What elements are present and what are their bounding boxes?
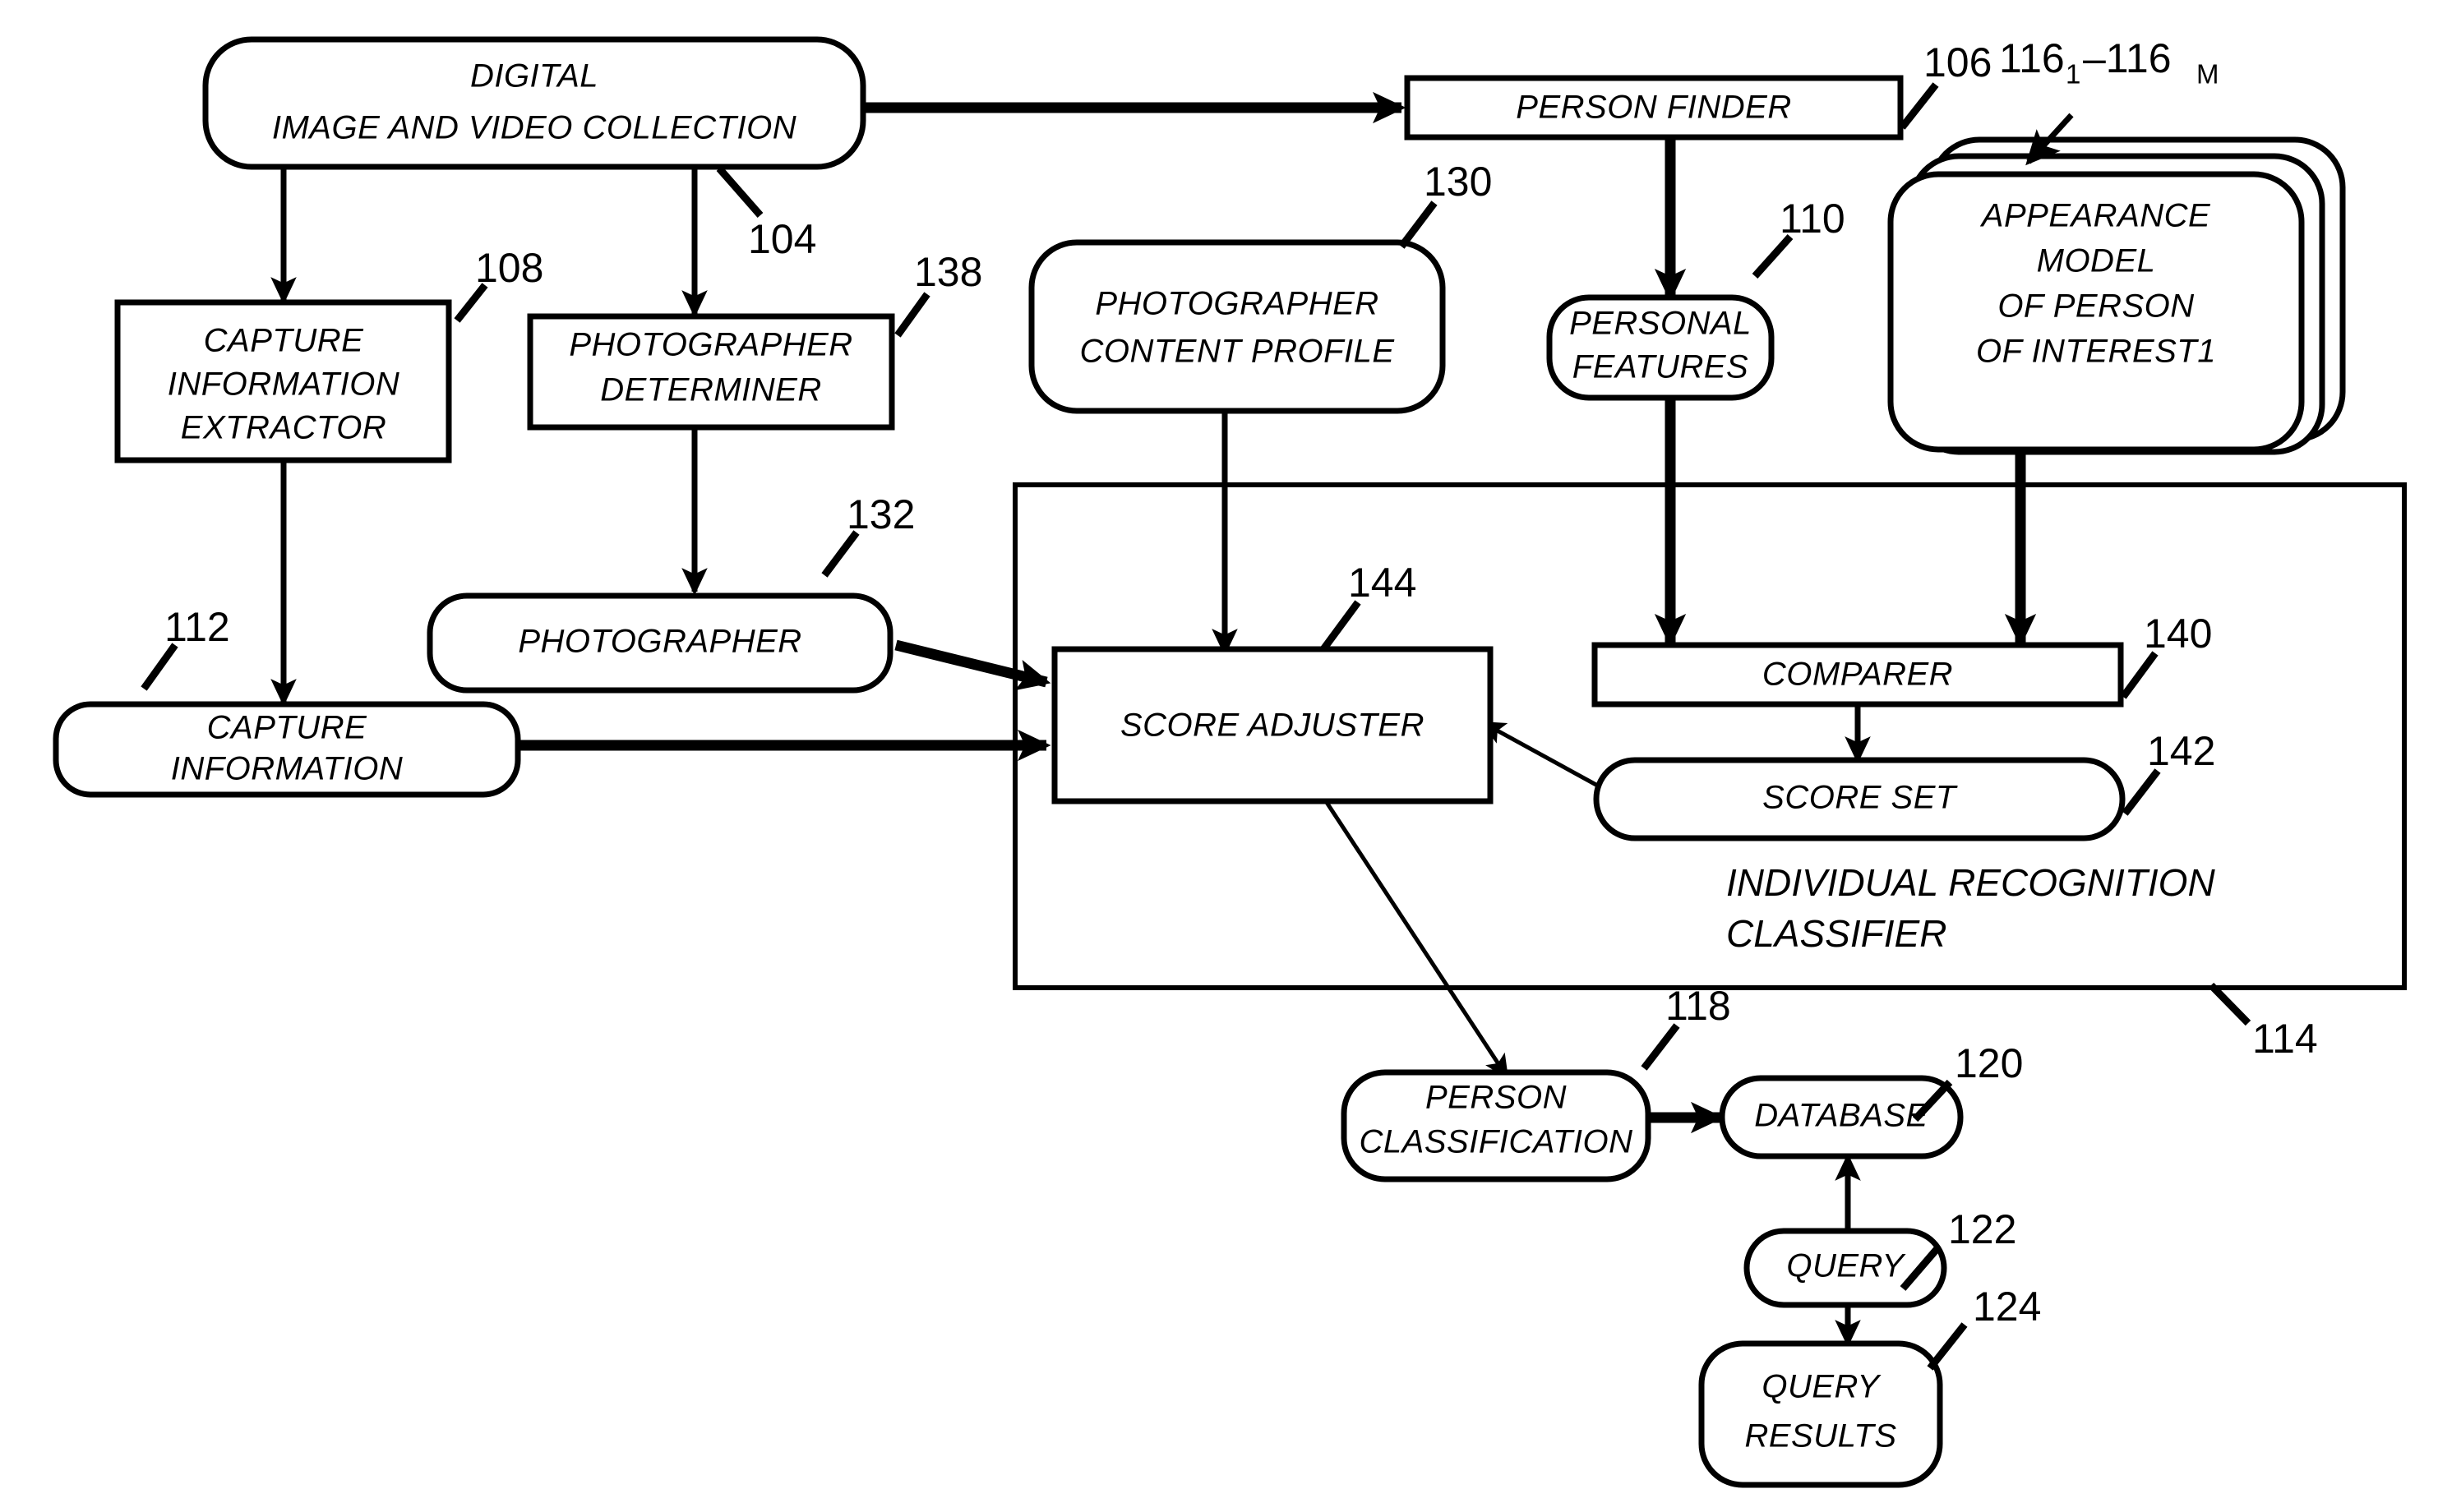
- leader-112: [141, 643, 178, 691]
- leader-118: [1641, 1023, 1680, 1071]
- leader-124: [1927, 1322, 1968, 1371]
- patent-figure: INDIVIDUAL RECOGNITION CLASSIFIER 114 DI…: [0, 0, 2438, 1512]
- personal-features-line1: PERSONAL: [1569, 306, 1752, 342]
- query-label: QUERY: [1786, 1248, 1906, 1284]
- leader-138: [894, 292, 930, 338]
- capture-extractor-line3: EXTRACTOR: [181, 410, 386, 446]
- content-profile-line1: PHOTOGRAPHER: [1095, 286, 1378, 322]
- leader-140: [2120, 651, 2159, 699]
- ref-108: 108: [475, 245, 543, 291]
- ref-116-sub1: 1: [2066, 59, 2080, 90]
- ref-116-main: 116: [1999, 35, 2065, 81]
- person-classification-line2: CLASSIFICATION: [1360, 1124, 1633, 1160]
- leader-130: [1398, 201, 1438, 249]
- appearance-model-line4: OF INTEREST1: [1976, 334, 2216, 370]
- ref-130: 130: [1424, 159, 1492, 205]
- appearance-model-line1: APPEARANCE: [1980, 198, 2211, 234]
- query-results-line2: RESULTS: [1744, 1418, 1896, 1454]
- ref-110: 110: [1780, 196, 1845, 242]
- ref-114: 114: [2252, 1016, 2318, 1062]
- photographer-determiner-line1: PHOTOGRAPHER: [569, 327, 852, 363]
- ref-112: 112: [164, 604, 230, 650]
- capture-extractor-line2: INFORMATION: [168, 366, 400, 403]
- leader-106: [1899, 82, 1939, 130]
- capture-info-line2: INFORMATION: [171, 751, 404, 787]
- leader-110: [1752, 233, 1794, 279]
- query-results-line1: QUERY: [1762, 1369, 1882, 1405]
- ref-124: 124: [1973, 1284, 2041, 1330]
- person-classification-line1: PERSON: [1425, 1080, 1567, 1116]
- ref-116-sub2: M: [2196, 59, 2219, 90]
- capture-info-line1: CAPTURE: [207, 710, 367, 746]
- content-profile-line2: CONTENT PROFILE: [1079, 334, 1395, 370]
- capture-extractor-line1: CAPTURE: [204, 323, 364, 359]
- node-photographer-content-profile[interactable]: [1028, 239, 1446, 414]
- score-set-label: SCORE SET: [1762, 780, 1958, 816]
- appearance-model-line3: OF PERSON: [1997, 288, 2194, 325]
- ref-118: 118: [1665, 983, 1731, 1029]
- database-label: DATABASE: [1754, 1098, 1928, 1134]
- ref-138: 138: [914, 249, 982, 295]
- ref-106: 106: [1923, 39, 1992, 85]
- edge-photographer-to-score-adjuster: [894, 639, 1051, 691]
- person-finder-label: PERSON FINDER: [1516, 90, 1791, 126]
- appearance-model-line2: MODEL: [2037, 243, 2156, 279]
- leader-142: [2122, 768, 2161, 816]
- leader-132: [821, 530, 860, 578]
- digital-collection-line2: IMAGE AND VIDEO COLLECTION: [272, 110, 797, 146]
- leader-104: [716, 166, 764, 218]
- score-adjuster-label: SCORE ADJUSTER: [1120, 708, 1424, 744]
- ref-140: 140: [2144, 611, 2212, 657]
- ref-116-dash: –116: [2083, 35, 2172, 81]
- diagram-canvas: INDIVIDUAL RECOGNITION CLASSIFIER 114 DI…: [53, 35, 2407, 1488]
- edge-score-adjuster-to-person-classification: [1323, 800, 1509, 1080]
- personal-features-line2: FEATURES: [1572, 349, 1748, 385]
- leader-114: [2208, 982, 2251, 1026]
- comparer-label: COMPARER: [1762, 657, 1953, 693]
- photographer-label: PHOTOGRAPHER: [518, 624, 801, 660]
- ref-120: 120: [1955, 1040, 2023, 1086]
- photographer-determiner-line2: DETERMINER: [600, 372, 821, 408]
- classifier-label-line2: CLASSIFIER: [1726, 912, 1946, 955]
- leader-144: [1320, 600, 1361, 652]
- ref-122: 122: [1948, 1206, 2016, 1252]
- ref-142: 142: [2147, 728, 2215, 774]
- node-query-results[interactable]: [1698, 1340, 1943, 1488]
- ref-132: 132: [847, 491, 915, 537]
- ref-144: 144: [1348, 560, 1416, 606]
- edge-score-set-to-score-adjuster: [1480, 721, 1613, 795]
- ref-104: 104: [748, 216, 816, 262]
- classifier-label-line1: INDIVIDUAL RECOGNITION: [1726, 861, 2215, 904]
- digital-collection-line1: DIGITAL: [470, 58, 598, 94]
